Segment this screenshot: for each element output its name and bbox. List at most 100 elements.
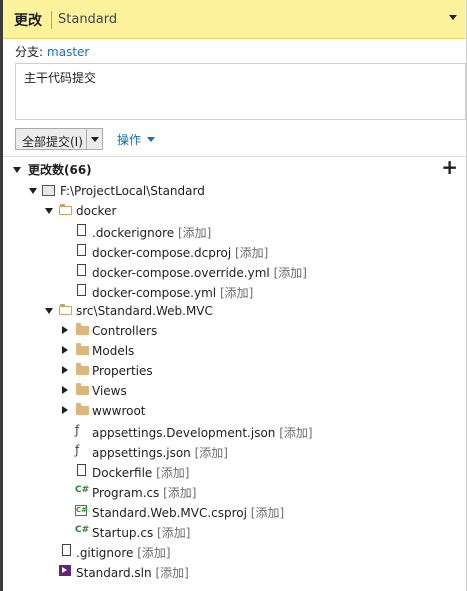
- folder-icon: [76, 363, 89, 375]
- file-name: appsettings.Development.json: [92, 426, 276, 440]
- file-name: Standard.sln: [76, 566, 152, 580]
- tree-folder[interactable]: Properties: [0, 361, 466, 381]
- folder-open-icon: [59, 304, 72, 315]
- csharp-file-icon: C#: [75, 525, 90, 535]
- csproj-file-icon: C#: [75, 505, 88, 516]
- expand-arrow-icon: [13, 167, 21, 173]
- collapse-arrow-icon[interactable]: [62, 346, 68, 354]
- file-name: docker-compose.yml: [92, 286, 217, 300]
- file-name: docker-compose.dcproj: [92, 246, 232, 260]
- change-tag: [添加]: [235, 246, 269, 260]
- chevron-down-icon: [147, 137, 156, 142]
- file-icon: [77, 284, 86, 296]
- repository-icon: [42, 185, 55, 196]
- changes-count: 更改数(66): [28, 163, 92, 177]
- stage-all-icon[interactable]: +: [441, 157, 458, 177]
- expand-arrow-icon[interactable]: [29, 188, 37, 194]
- tree-file[interactable]: C# Startup.cs [添加]: [0, 521, 466, 541]
- commit-all-label: 全部提交(I): [22, 135, 83, 149]
- tree-node-docker[interactable]: docker: [0, 201, 466, 221]
- file-icon: [77, 264, 86, 276]
- chevron-down-icon[interactable]: [449, 15, 457, 20]
- tree-file[interactable]: C# Program.cs [添加]: [0, 481, 466, 501]
- tree-label: Views: [92, 384, 127, 398]
- change-tag: [添加]: [273, 266, 307, 280]
- branch-line: 分支: master: [15, 43, 89, 60]
- chevron-down-icon[interactable]: [91, 137, 99, 142]
- tree-file[interactable]: ƒ appsettings.Development.json [添加]: [0, 421, 466, 441]
- file-name: Startup.cs: [92, 526, 154, 540]
- expand-arrow-icon[interactable]: [45, 208, 53, 214]
- file-icon: [77, 464, 86, 476]
- change-tag: [添加]: [279, 426, 313, 440]
- change-tag: [添加]: [219, 286, 254, 300]
- collapse-arrow-icon[interactable]: [62, 326, 68, 334]
- folder-icon: [76, 343, 89, 355]
- change-tag: [添加]: [250, 506, 285, 520]
- change-tag: [添加]: [157, 526, 191, 540]
- json-file-icon: ƒ: [75, 423, 80, 437]
- tree-file[interactable]: .dockerignore [添加]: [0, 221, 466, 241]
- change-tag: [添加]: [137, 546, 171, 560]
- folder-icon: [76, 383, 89, 395]
- file-name: Program.cs: [92, 486, 160, 500]
- tree-label: docker: [76, 204, 117, 218]
- collapse-arrow-icon[interactable]: [62, 406, 68, 414]
- json-file-icon: ƒ: [75, 443, 80, 457]
- split-divider: [86, 129, 87, 149]
- collapse-arrow-icon[interactable]: [62, 386, 68, 394]
- header-separator: [51, 11, 52, 29]
- tree-label: wwwroot: [92, 404, 146, 418]
- tree-file[interactable]: .gitignore [添加]: [0, 541, 466, 561]
- file-name: .gitignore: [76, 546, 134, 560]
- tree-node-src[interactable]: src\Standard.Web.MVC: [0, 301, 466, 321]
- file-icon: [77, 244, 86, 256]
- tree-label: src\Standard.Web.MVC: [76, 304, 213, 318]
- folder-open-icon: [59, 204, 72, 215]
- tree-folder[interactable]: Controllers: [0, 321, 466, 341]
- commit-all-button[interactable]: 全部提交(I): [15, 128, 103, 150]
- change-tag: [添加]: [194, 446, 228, 460]
- tree-folder[interactable]: Models: [0, 341, 466, 361]
- tree-folder[interactable]: Views: [0, 381, 466, 401]
- changes-header[interactable]: 更改数(66): [13, 161, 92, 178]
- tree-label: Properties: [92, 364, 153, 378]
- file-icon: [62, 544, 71, 556]
- tree-file[interactable]: ƒ appsettings.json [添加]: [0, 441, 466, 461]
- csharp-file-icon: C#: [75, 485, 90, 495]
- repo-name: Standard: [58, 12, 118, 27]
- tree-file[interactable]: C# Standard.Web.MVC.csproj [添加]: [0, 501, 466, 521]
- branch-label: 分支:: [15, 45, 44, 59]
- file-name: appsettings.json: [92, 446, 191, 460]
- branch-link[interactable]: master: [47, 45, 89, 59]
- change-tag: [添加]: [178, 226, 212, 240]
- file-name: docker-compose.override.yml: [92, 266, 270, 280]
- change-tag: [添加]: [156, 466, 190, 480]
- section-divider: [3, 156, 466, 157]
- tree-file[interactable]: Standard.sln [添加]: [0, 561, 466, 581]
- file-name: .dockerignore: [92, 226, 175, 240]
- folder-icon: [76, 323, 89, 335]
- commit-message-input[interactable]: 主干代码提交: [15, 63, 466, 120]
- panel-header: 更改 Standard: [3, 0, 466, 39]
- tree-node-repo[interactable]: F:\ProjectLocal\Standard: [0, 181, 466, 201]
- tree-folder[interactable]: wwwroot: [0, 401, 466, 421]
- tree-file[interactable]: docker-compose.yml [添加]: [0, 281, 466, 301]
- expand-arrow-icon[interactable]: [45, 308, 53, 314]
- collapse-arrow-icon[interactable]: [62, 366, 68, 374]
- tree-file[interactable]: docker-compose.dcproj [添加]: [0, 241, 466, 261]
- file-name: Dockerfile: [92, 466, 153, 480]
- file-name: Standard.Web.MVC.csproj: [92, 506, 247, 520]
- change-tag: [添加]: [163, 486, 197, 500]
- tree-file[interactable]: docker-compose.override.yml [添加]: [0, 261, 466, 281]
- file-icon: [77, 224, 86, 236]
- panel-title: 更改: [14, 13, 42, 29]
- actions-menu[interactable]: 操作: [117, 131, 156, 148]
- folder-icon: [76, 403, 89, 415]
- change-tag: [添加]: [155, 566, 189, 580]
- tree-label: Models: [92, 344, 135, 358]
- solution-file-icon: [59, 565, 71, 576]
- tree-file[interactable]: Dockerfile [添加]: [0, 461, 466, 481]
- actions-label: 操作: [117, 133, 142, 147]
- tree-label: Controllers: [92, 324, 158, 338]
